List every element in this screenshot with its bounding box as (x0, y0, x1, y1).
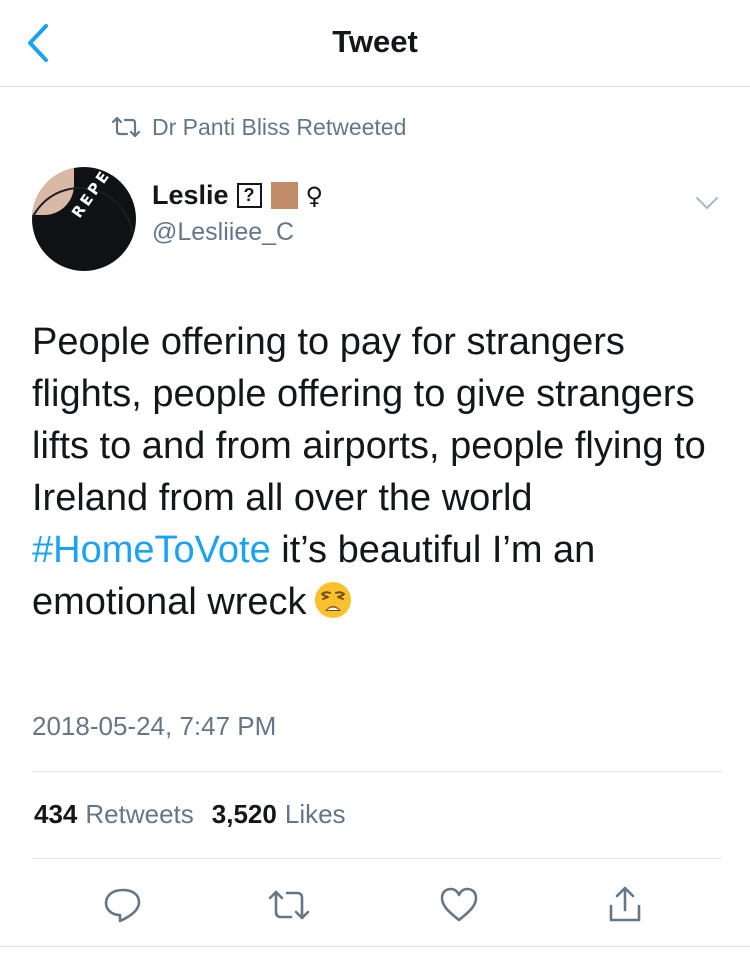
engagement-stats: 434 Retweets 3,520 Likes (34, 799, 364, 830)
unknown-glyph-icon: ? (236, 183, 262, 208)
retweets-count: 434 (34, 799, 78, 829)
share-icon[interactable] (600, 880, 650, 930)
author-name: Leslie (152, 180, 229, 210)
retweet-action-icon[interactable] (264, 880, 314, 930)
likes-stat[interactable]: 3,520 Likes (212, 799, 346, 830)
tweet-text-body: People offering to pay for strangers fli… (32, 321, 706, 519)
divider (32, 858, 722, 859)
like-icon[interactable] (434, 880, 484, 930)
chevron-down-icon[interactable] (694, 194, 720, 212)
action-bar (0, 880, 750, 930)
retweet-icon (111, 116, 141, 138)
female-sign-icon: ♀ (305, 181, 324, 210)
page-title: Tweet (332, 24, 418, 59)
avatar[interactable]: REPEAL (32, 167, 136, 271)
skin-tone-swatch-icon (270, 182, 298, 209)
retweet-context[interactable]: Dr Panti Bliss Retweeted (110, 112, 406, 142)
divider (32, 771, 722, 772)
author-handle[interactable]: @Lesliiee_C (152, 218, 294, 247)
weary-face-emoji-icon (314, 582, 351, 618)
author-name-row[interactable]: Leslie ? ♀ (152, 180, 323, 211)
retweet-context-label: Dr Panti Bliss Retweeted (152, 113, 407, 140)
tweet-text: People offering to pay for strangers fli… (32, 316, 722, 628)
retweets-label: Retweets (85, 799, 194, 829)
likes-count: 3,520 (211, 799, 277, 829)
retweets-stat[interactable]: 434 Retweets (34, 799, 194, 830)
divider (0, 946, 750, 947)
reply-icon[interactable] (98, 880, 148, 930)
tweet-timestamp: 2018-05-24, 7:47 PM (32, 711, 277, 741)
hashtag-link[interactable]: #HomeToVote (32, 529, 271, 571)
navigation-bar: Tweet (0, 0, 750, 87)
likes-label: Likes (284, 799, 346, 829)
